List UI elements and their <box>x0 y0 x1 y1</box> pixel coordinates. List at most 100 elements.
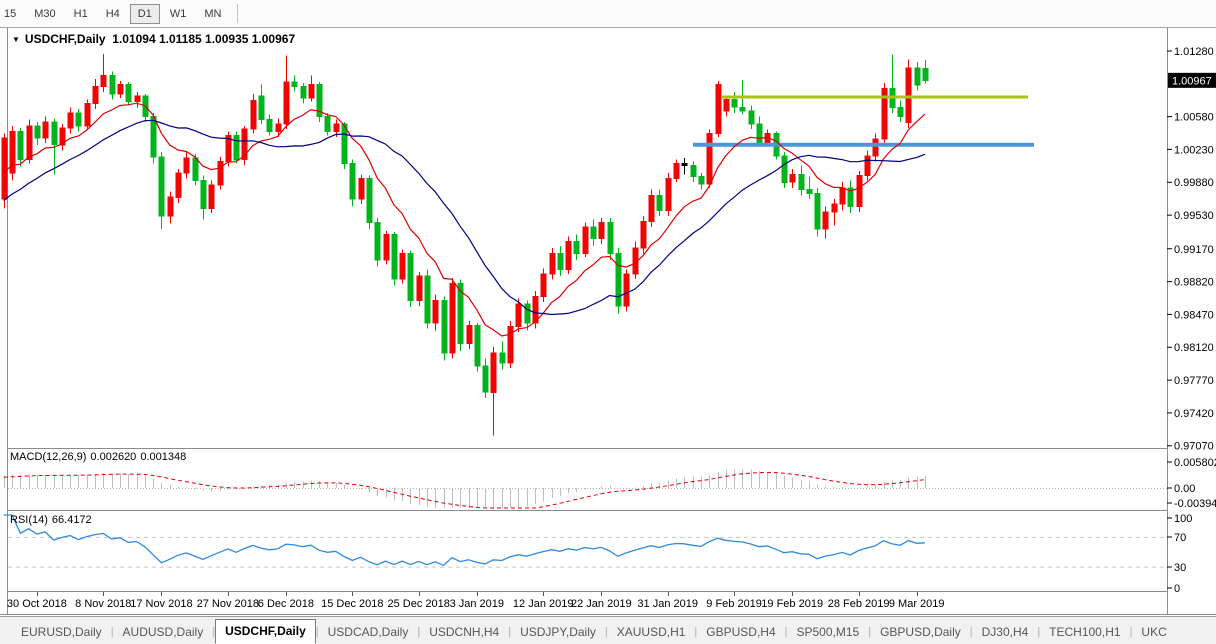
macd-indicator-label: MACD(12,26,9)0.0026200.001348 <box>10 451 190 463</box>
candle <box>35 122 40 145</box>
panel-frame-lines <box>0 28 1216 615</box>
candle <box>583 223 588 258</box>
ma-fast-line <box>4 103 925 336</box>
candle <box>508 321 513 368</box>
candle <box>541 269 546 303</box>
timeframe-button-h4[interactable]: H4 <box>98 4 128 24</box>
chart-tab-audusd-daily[interactable]: AUDUSD,Daily <box>114 621 213 644</box>
rsi-value: 66.4172 <box>52 514 92 526</box>
candle <box>450 278 455 359</box>
candle <box>790 169 795 188</box>
indicator-axes: 0.0058020.00-0.00394510070300 <box>1167 457 1216 595</box>
current-price-label: 1.00967 <box>1172 75 1212 87</box>
candle <box>425 269 430 328</box>
chart-canvas[interactable]: 1.012801.005801.002300.998800.995300.991… <box>0 0 1216 644</box>
timeframe-button-d1[interactable]: D1 <box>130 4 160 24</box>
chart-tab-usdcnh-h4[interactable]: USDCNH,H4 <box>420 621 508 644</box>
price-tick-label: 0.97070 <box>1174 441 1214 453</box>
date-tick-label: 28 Feb 2019 <box>828 598 890 610</box>
rsi-name: RSI(14) <box>10 514 48 526</box>
candle <box>101 54 106 92</box>
chart-symbol-label: USDCHF,Daily <box>25 32 106 46</box>
chart-tab-usdcad-daily[interactable]: USDCAD,Daily <box>319 621 418 644</box>
candle <box>85 100 90 130</box>
candle <box>691 162 696 183</box>
chart-tab-eurusd-daily[interactable]: EURUSD,Daily <box>12 621 111 644</box>
timeframe-button-m30[interactable]: M30 <box>26 4 63 24</box>
chart-tab-usdchf-daily[interactable]: USDCHF,Daily <box>215 619 316 644</box>
candle <box>234 132 239 164</box>
candle <box>309 75 314 101</box>
candle <box>566 237 571 275</box>
candle <box>76 109 81 132</box>
chart-tab-sp500-m15[interactable]: SP500,M15 <box>788 621 869 644</box>
candle <box>799 165 804 195</box>
rsi-axis-label: 100 <box>1174 513 1192 525</box>
candle <box>93 79 98 109</box>
chart-tabbar: EURUSD,Daily|AUDUSD,Daily|USDCHF,Daily|U… <box>0 616 1216 644</box>
candle <box>417 272 422 306</box>
candle <box>898 101 903 123</box>
chart-tab-xauusd-h1[interactable]: XAUUSD,H1 <box>608 621 695 644</box>
candle <box>276 119 281 138</box>
candle <box>218 157 223 190</box>
macd-name: MACD(12,26,9) <box>10 451 86 463</box>
candle <box>699 173 704 190</box>
date-tick-label: 17 Nov 2018 <box>130 598 192 610</box>
candle <box>890 55 895 113</box>
candle <box>500 342 505 370</box>
chart-title: ▼ USDCHF,Daily 1.01094 1.01185 1.00935 1.… <box>12 32 295 46</box>
timeframe-button-15[interactable]: 15 <box>0 4 24 24</box>
chart-tab-gbpusd-daily[interactable]: GBPUSD,Daily <box>871 621 970 644</box>
candle <box>284 56 289 129</box>
candle <box>633 241 638 278</box>
candle <box>749 105 754 128</box>
candle <box>616 248 621 314</box>
chart-tab-ukc[interactable]: UKC <box>1132 621 1175 644</box>
candle <box>384 231 389 265</box>
candle <box>251 94 256 133</box>
candle <box>807 177 812 200</box>
candle <box>574 235 579 260</box>
candle <box>716 81 721 137</box>
chart-tab-gbpusd-h4[interactable]: GBPUSD,H4 <box>697 621 784 644</box>
price-tick-label: 1.00580 <box>1174 112 1214 124</box>
candle <box>840 182 845 210</box>
candle <box>467 321 472 349</box>
chart-dropdown-icon[interactable]: ▼ <box>12 35 20 44</box>
candle <box>906 59 911 128</box>
timeframe-button-w1[interactable]: W1 <box>162 4 195 24</box>
candle <box>442 297 447 361</box>
chart-tab-tech100-h1[interactable]: TECH100,H1 <box>1040 621 1129 644</box>
date-tick-label: 19 Feb 2019 <box>761 598 823 610</box>
date-tick-label: 30 Oct 2018 <box>7 598 67 610</box>
timeframe-button-mn[interactable]: MN <box>196 4 229 24</box>
candle <box>408 251 413 307</box>
candle <box>317 82 322 122</box>
candle <box>18 128 23 166</box>
timeframe-button-h1[interactable]: H1 <box>66 4 96 24</box>
chart-tab-dj30-h4[interactable]: DJ30,H4 <box>973 621 1038 644</box>
date-tick-label: 31 Jan 2019 <box>637 598 698 610</box>
candle <box>857 171 862 212</box>
price-tick-label: 0.98470 <box>1174 309 1214 321</box>
rsi-axis-label: 0 <box>1174 583 1180 595</box>
candle <box>292 75 297 91</box>
candle <box>873 134 878 162</box>
candle <box>60 124 65 150</box>
chart-ohlc-readout: 1.01094 1.01185 1.00935 1.00967 <box>112 32 295 46</box>
candle <box>641 216 646 254</box>
rsi-line <box>4 515 925 565</box>
price-tick-label: 0.99530 <box>1174 210 1214 222</box>
candle <box>176 169 181 203</box>
macd-axis-label: 0.00 <box>1174 483 1195 495</box>
candle <box>201 176 206 220</box>
candle <box>209 180 214 213</box>
candle <box>558 246 563 276</box>
candle <box>367 176 372 229</box>
chart-tab-usdjpy-daily[interactable]: USDJPY,Daily <box>511 621 605 644</box>
candle <box>599 218 604 244</box>
trading-terminal-window: 15M30H1H4D1W1MN 1.012801.005801.002300.9… <box>0 0 1216 644</box>
macd-axis-label: 0.005802 <box>1174 457 1216 469</box>
date-tick-label: 3 Jan 2019 <box>450 598 504 610</box>
